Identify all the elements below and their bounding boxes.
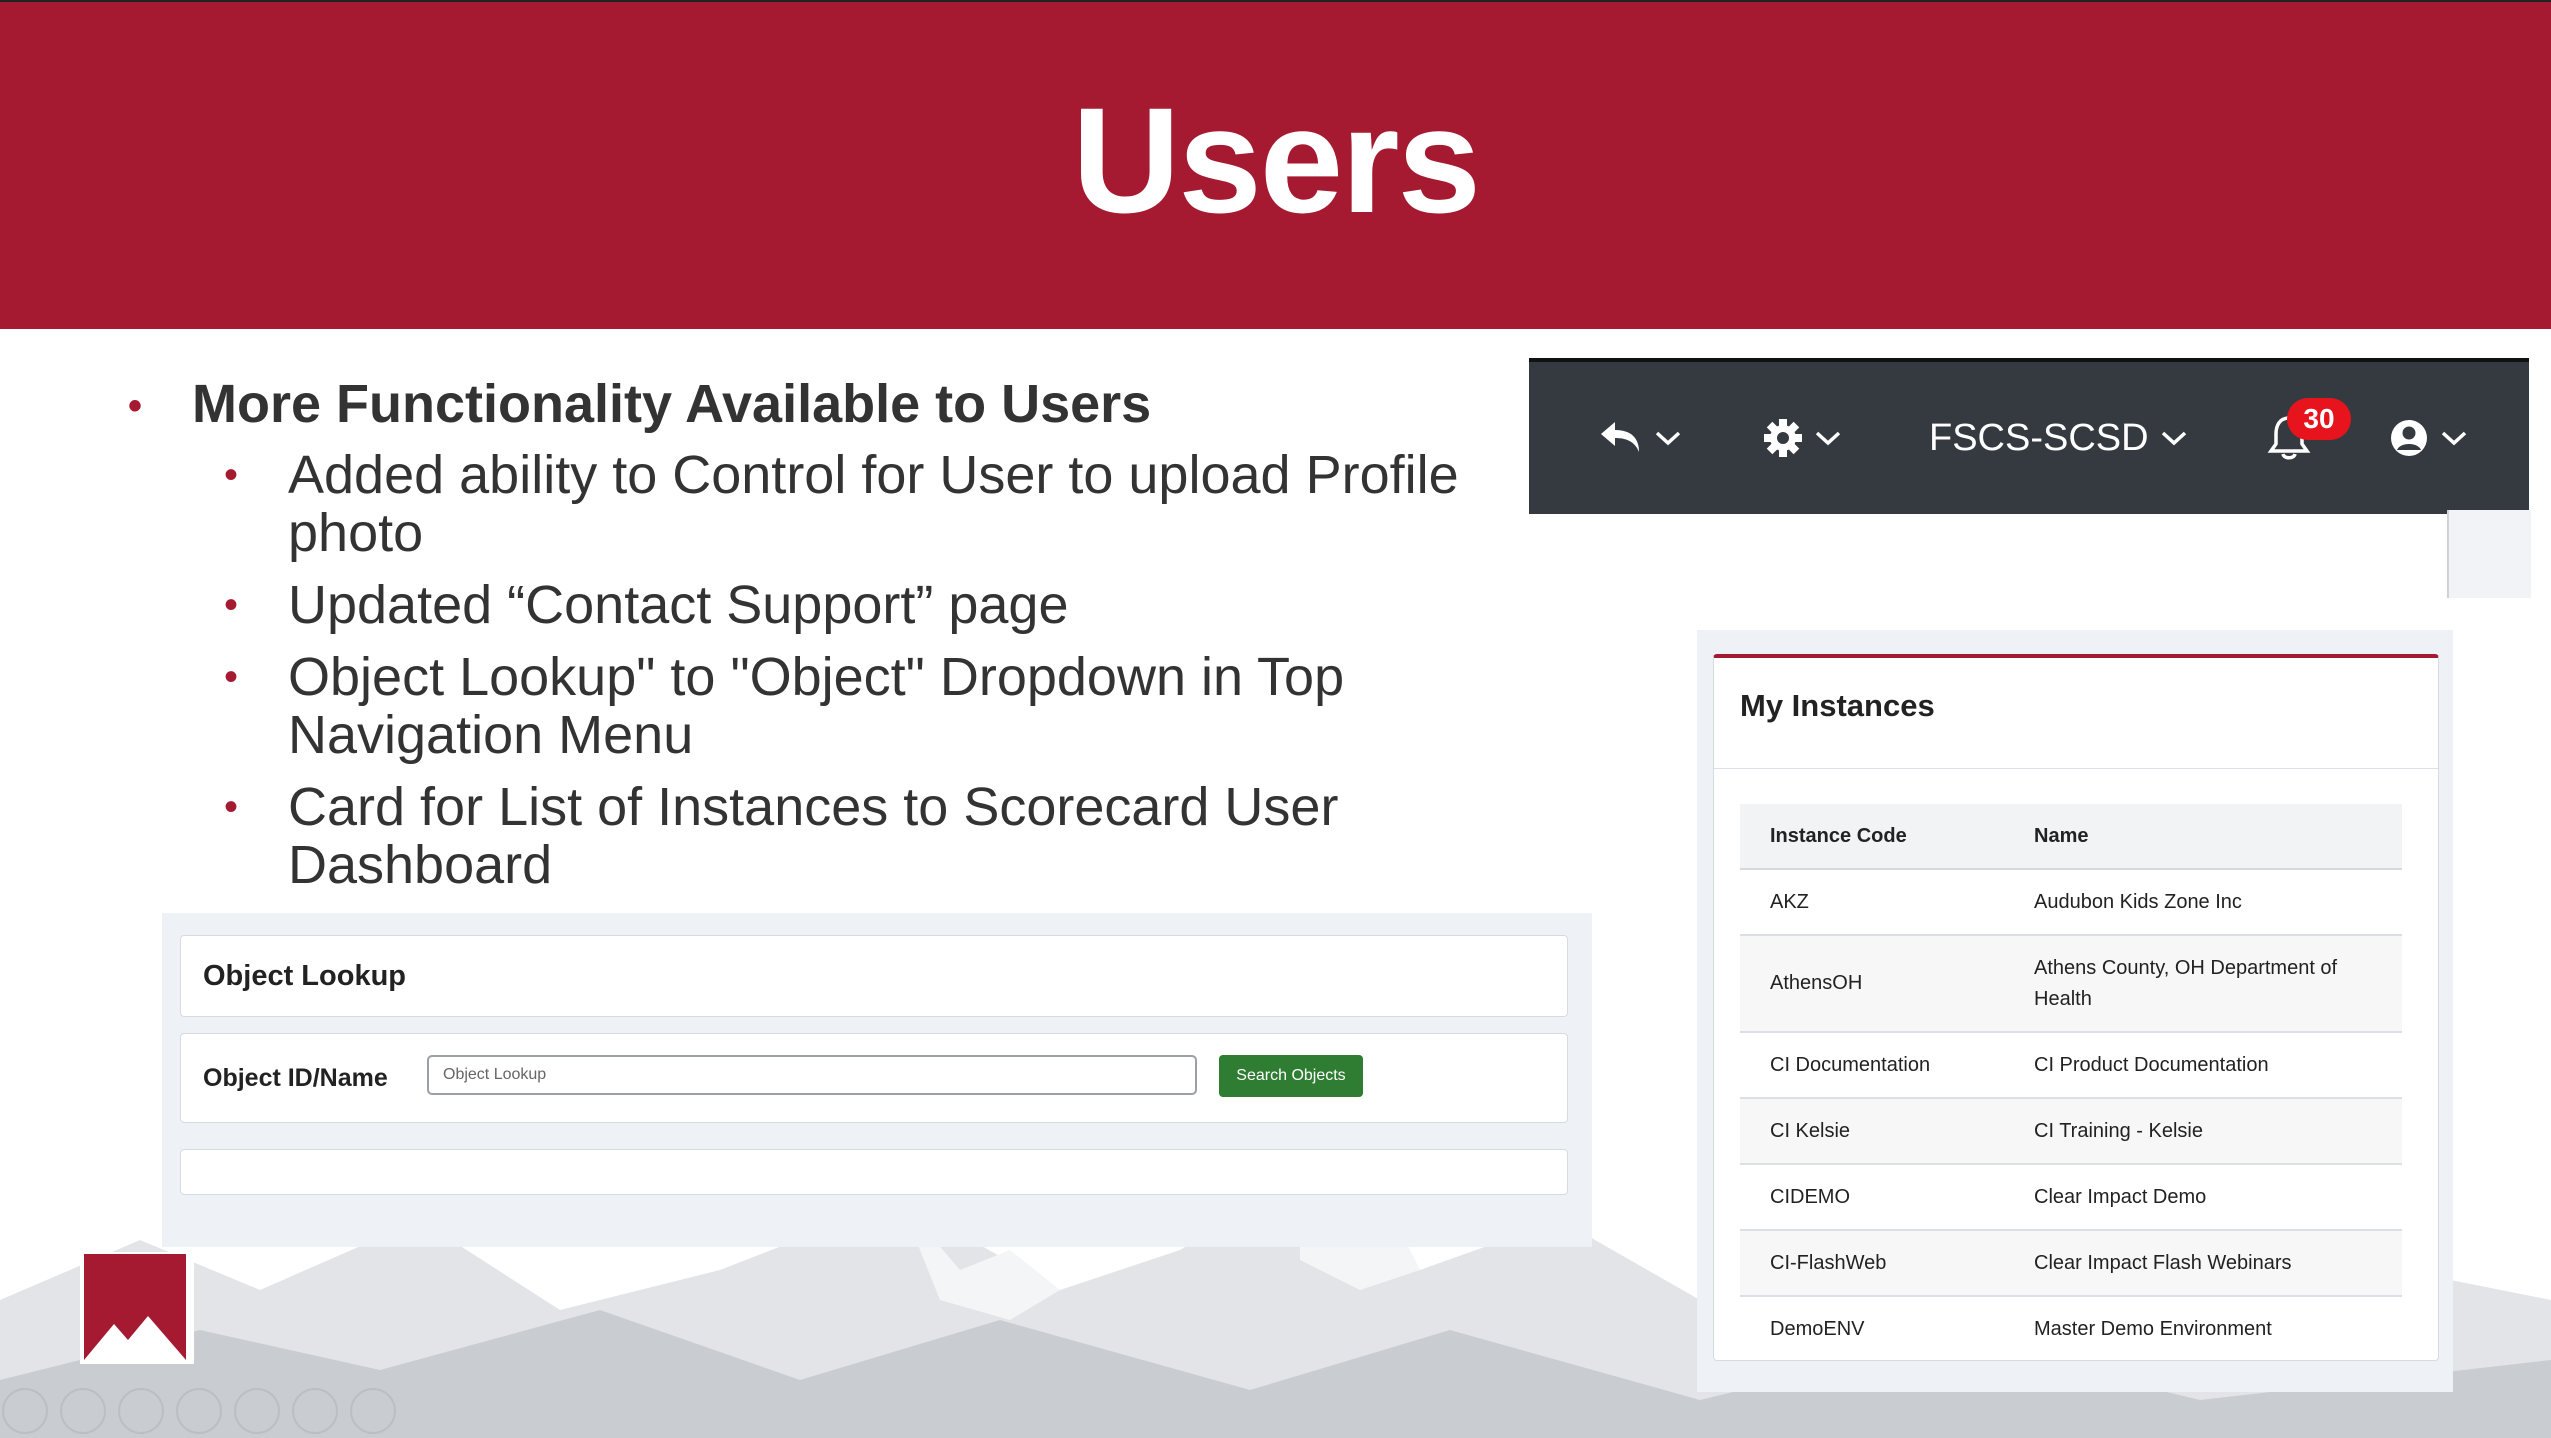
pen-icon[interactable] — [118, 1388, 164, 1434]
table-row[interactable]: AthensOH Athens County, OH Department of… — [1740, 935, 2402, 1033]
table-row[interactable]: CI Documentation CI Product Documentatio… — [1740, 1032, 2402, 1099]
table-row[interactable]: DemoENV Master Demo Environment — [1740, 1296, 2402, 1360]
my-instances-title: My Instances — [1740, 688, 1935, 723]
instances-panel: My Instances Instance Code Name AKZ Audu… — [1697, 630, 2453, 1392]
object-lookup-title: Object Lookup — [203, 960, 406, 992]
instance-name-cell: CI Training - Kelsie — [2004, 1098, 2402, 1165]
instance-code-cell: AthensOH — [1740, 935, 2004, 1033]
bullet-dot-icon: • — [224, 453, 239, 497]
presenter-toolbar — [0, 1388, 396, 1434]
bullet-sub-4: • Card for List of Instances to Scorecar… — [224, 777, 1339, 895]
user-menu[interactable] — [2389, 362, 2469, 514]
bullet-sub-1: • Added ability to Control for User to u… — [224, 445, 1459, 563]
chevron-down-icon — [1815, 431, 1841, 446]
bullet-dot-icon: • — [128, 384, 143, 428]
brand-logo — [80, 1252, 194, 1364]
mountain-logo-icon — [84, 1316, 186, 1360]
bullet-dot-icon: • — [224, 655, 239, 699]
instance-name-cell: Athens County, OH Department of Health — [2004, 935, 2402, 1033]
notification-count-badge: 30 — [2287, 398, 2351, 440]
subtitles-icon[interactable] — [292, 1388, 338, 1434]
table-row[interactable]: CIDEMO Clear Impact Demo — [1740, 1164, 2402, 1231]
slide-title: Users — [1072, 76, 1481, 244]
bullet-list: • More Functionality Available to Users … — [120, 372, 1520, 908]
instance-name-cell: Clear Impact Demo — [2004, 1164, 2402, 1231]
instance-name-cell: Audubon Kids Zone Inc — [2004, 869, 2402, 936]
column-header-instance-code: Instance Code — [1740, 804, 2004, 870]
chevron-down-icon — [2161, 431, 2186, 446]
search-objects-button[interactable]: Search Objects — [1219, 1055, 1363, 1097]
bullet-sub-2: • Updated “Contact Support” page — [224, 575, 1069, 635]
object-lookup-panel: Object Lookup Object ID/Name Search Obje… — [162, 913, 1592, 1247]
instance-name-cell: Clear Impact Flash Webinars — [2004, 1230, 2402, 1297]
instance-code-cell: AKZ — [1740, 869, 2004, 936]
bullet-dot-icon: • — [224, 785, 239, 829]
chevron-down-icon — [2441, 431, 2467, 446]
page-edge-strip — [2447, 510, 2531, 598]
instance-code-cell: CI Kelsie — [1740, 1098, 2004, 1165]
user-circle-icon — [2391, 420, 2427, 456]
table-row[interactable]: CI Kelsie CI Training - Kelsie — [1740, 1098, 2402, 1165]
slides-grid-icon[interactable] — [176, 1388, 222, 1434]
object-lookup-header-card: Object Lookup — [180, 935, 1568, 1017]
instance-code-cell: CI Documentation — [1740, 1032, 2004, 1099]
instance-code-cell: CI-FlashWeb — [1740, 1230, 2004, 1297]
environment-label: FSCS-SCSD — [1929, 416, 2149, 459]
instance-code-cell: DemoENV — [1740, 1296, 2004, 1360]
undo-icon — [1601, 422, 1639, 452]
table-row[interactable]: AKZ Audubon Kids Zone Inc — [1740, 869, 2402, 936]
environment-menu[interactable]: FSCS-SCSD — [1929, 362, 2189, 514]
column-header-name: Name — [2004, 804, 2402, 870]
prev-slide-icon[interactable] — [2, 1388, 48, 1434]
logo-mark — [84, 1254, 186, 1360]
object-lookup-input[interactable] — [427, 1055, 1197, 1095]
settings-menu[interactable] — [1763, 362, 1843, 514]
instance-name-cell: Master Demo Environment — [2004, 1296, 2402, 1360]
top-navbar: FSCS-SCSD 30 — [1529, 358, 2529, 514]
object-lookup-results-card — [180, 1149, 1568, 1195]
table-header-row: Instance Code Name — [1740, 804, 2402, 870]
bullet-dot-icon: • — [224, 583, 239, 627]
gear-icon — [1764, 419, 1802, 457]
object-lookup-form-card: Object ID/Name Search Objects — [180, 1033, 1568, 1123]
instances-table: Instance Code Name AKZ Audubon Kids Zone… — [1740, 804, 2402, 1360]
instance-code-cell: CIDEMO — [1740, 1164, 2004, 1231]
instance-name-cell: CI Product Documentation — [2004, 1032, 2402, 1099]
object-id-label: Object ID/Name — [203, 1064, 388, 1092]
undo-menu[interactable] — [1599, 362, 1683, 514]
slide-header: Users — [0, 0, 2551, 329]
my-instances-card: My Instances Instance Code Name AKZ Audu… — [1713, 654, 2439, 1361]
bullet-sub-3: • Object Lookup" to "Object" Dropdown in… — [224, 647, 1345, 765]
camera-icon[interactable] — [350, 1388, 396, 1434]
bullet-main: • More Functionality Available to Users — [120, 372, 1520, 436]
chevron-down-icon — [1655, 431, 1681, 446]
next-slide-icon[interactable] — [60, 1388, 106, 1434]
table-row[interactable]: CI-FlashWeb Clear Impact Flash Webinars — [1740, 1230, 2402, 1297]
zoom-icon[interactable] — [234, 1388, 280, 1434]
card-divider — [1714, 768, 2438, 769]
